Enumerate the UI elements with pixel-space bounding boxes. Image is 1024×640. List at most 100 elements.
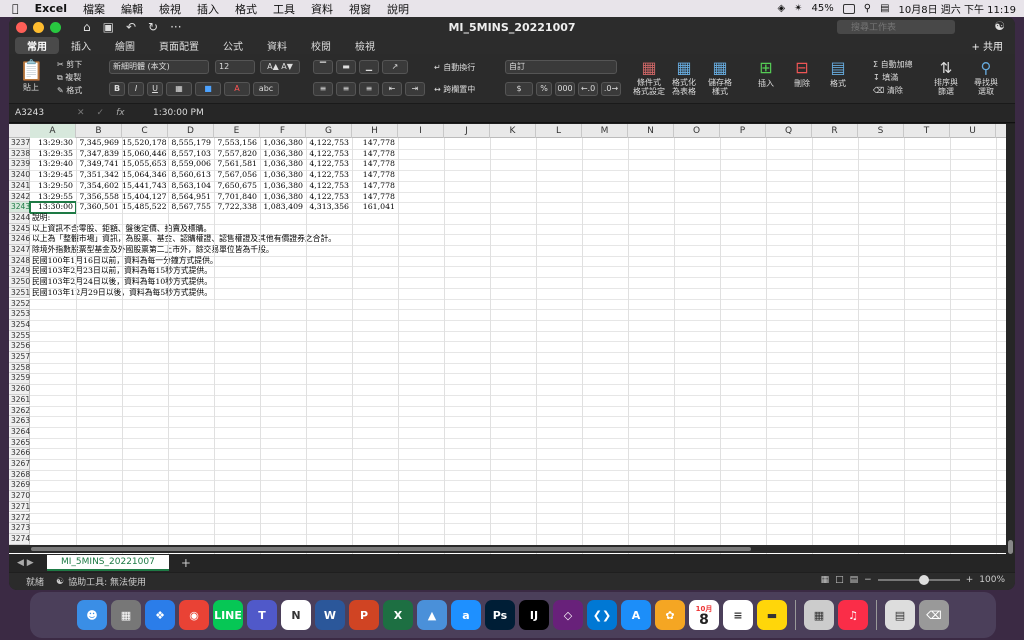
phonetic-button[interactable]: abc xyxy=(253,82,279,96)
column-header-h[interactable]: H xyxy=(352,124,398,138)
dock-finder-window-icon[interactable]: ▤ xyxy=(885,600,915,630)
row-header[interactable]: 3270 xyxy=(9,491,30,502)
row-header[interactable]: 3274 xyxy=(9,533,30,545)
row-header[interactable]: 3259 xyxy=(9,373,30,385)
note-cell[interactable]: 民國100年1月16日以前，資料為每一分鐘方式提供。 xyxy=(30,256,221,267)
row-header[interactable]: 3242 xyxy=(9,191,30,203)
row-header[interactable]: 3247 xyxy=(9,245,30,256)
control-center-icon[interactable]: ▤ xyxy=(880,3,889,14)
accessibility-icon[interactable]: ☯ xyxy=(56,577,64,587)
menu-window[interactable]: 視窗 xyxy=(341,1,379,17)
table-cell[interactable]: 147,778 xyxy=(352,170,398,181)
dock-photos-icon[interactable]: ✿ xyxy=(655,600,685,630)
menu-app-name[interactable]: Excel xyxy=(27,2,75,15)
column-header-d[interactable]: D xyxy=(168,124,214,138)
table-cell[interactable]: 4,122,753 xyxy=(306,159,352,170)
cut-button[interactable]: ✂ 剪下 xyxy=(57,58,82,71)
cancel-icon[interactable]: ✕ xyxy=(77,108,85,118)
battery-icon[interactable] xyxy=(842,3,855,14)
search-menu-icon[interactable]: ⚲ xyxy=(864,3,871,14)
dock-translate-icon[interactable]: a xyxy=(451,600,481,630)
table-cell[interactable]: 1,036,380 xyxy=(260,138,306,149)
align-left-button[interactable]: ≡ xyxy=(313,82,333,96)
row-header[interactable]: 3248 xyxy=(9,255,30,267)
fx-icon[interactable]: fx xyxy=(116,108,125,118)
table-cell[interactable]: 15,060,446 xyxy=(122,149,168,160)
align-middle-button[interactable]: ▬ xyxy=(336,60,356,74)
number-format-select[interactable]: 自訂 xyxy=(505,60,617,74)
close-window-button[interactable] xyxy=(16,21,27,33)
sheet-tab[interactable]: MI_5MINS_20221007 xyxy=(47,555,169,571)
dock-music-icon[interactable]: ♫ xyxy=(838,600,868,630)
note-cell[interactable]: 除境外指數股票型基金及外國股票第二上市外，餘交易單位皆為千股。 xyxy=(30,245,277,256)
table-cell[interactable]: 147,778 xyxy=(352,149,398,160)
row-header[interactable]: 3246 xyxy=(9,234,30,245)
comma-style-button[interactable]: 000 xyxy=(555,82,575,96)
row-header[interactable]: 3257 xyxy=(9,352,30,363)
table-cell[interactable]: 15,064,346 xyxy=(122,170,168,181)
sort-filter-button[interactable]: ⇅ 排序與 篩選 xyxy=(929,58,963,96)
table-cell[interactable]: 8,567,755 xyxy=(168,202,214,213)
menu-file[interactable]: 檔案 xyxy=(75,1,113,17)
column-header-i[interactable]: I xyxy=(398,124,444,138)
zoom-out-button[interactable]: − xyxy=(864,575,872,585)
tab-formulas[interactable]: 公式 xyxy=(211,37,255,54)
redo-icon[interactable]: ↻ xyxy=(148,20,158,34)
table-cell[interactable]: 1,036,380 xyxy=(260,181,306,192)
table-cell[interactable]: 13:29:30 xyxy=(30,138,76,149)
tab-view[interactable]: 檢視 xyxy=(343,37,387,54)
row-header[interactable]: 3258 xyxy=(9,362,30,374)
row-header[interactable]: 3256 xyxy=(9,341,30,352)
borders-button[interactable]: ▦ xyxy=(166,82,192,96)
row-header[interactable]: 3251 xyxy=(9,287,30,299)
table-cell[interactable]: 13:29:40 xyxy=(30,159,76,170)
row-header[interactable]: 3237 xyxy=(9,138,30,149)
row-header[interactable]: 3263 xyxy=(9,416,30,427)
add-sheet-button[interactable]: + xyxy=(181,556,191,570)
zoom-slider[interactable] xyxy=(877,575,960,585)
column-header-k[interactable]: K xyxy=(490,124,536,138)
table-cell[interactable]: 147,778 xyxy=(352,192,398,203)
page-break-view-icon[interactable]: ▤ xyxy=(850,575,859,585)
row-header[interactable]: 3260 xyxy=(9,384,30,395)
table-cell[interactable]: 1,083,409 xyxy=(260,202,306,213)
increase-decimal-button[interactable]: ←.0 xyxy=(578,82,598,96)
tab-insert[interactable]: 插入 xyxy=(59,37,103,54)
table-cell[interactable]: 4,122,753 xyxy=(306,149,352,160)
table-cell[interactable]: 15,485,522 xyxy=(122,202,168,213)
table-cell[interactable]: 7,722,338 xyxy=(214,202,260,213)
dock-excel-icon[interactable]: X xyxy=(383,600,413,630)
formula-input[interactable]: 1:30:00 PM xyxy=(147,108,204,118)
row-header[interactable]: 3240 xyxy=(9,170,30,181)
row-header[interactable]: 3255 xyxy=(9,330,30,342)
tab-draw[interactable]: 繪圖 xyxy=(103,37,147,54)
fill-color-button[interactable]: ■ xyxy=(195,82,221,96)
row-header[interactable]: 3265 xyxy=(9,437,30,449)
find-select-button[interactable]: ⚲ 尋找與 選取 xyxy=(969,58,1003,96)
tab-review[interactable]: 校閱 xyxy=(299,37,343,54)
clock-label[interactable]: 10月8日 週六 下午 11:19 xyxy=(899,1,1016,16)
autosum-button[interactable]: Σ 自動加總 xyxy=(873,58,913,71)
font-color-button[interactable]: A xyxy=(224,82,250,96)
table-cell[interactable]: 15,404,127 xyxy=(122,192,168,203)
table-cell[interactable]: 1,036,380 xyxy=(260,192,306,203)
row-header[interactable]: 3267 xyxy=(9,459,30,470)
font-size-select[interactable]: 12 xyxy=(215,60,255,74)
table-cell[interactable]: 8,557,103 xyxy=(168,149,214,160)
table-cell[interactable]: 13:29:55 xyxy=(30,192,76,203)
save-icon[interactable]: ▣ xyxy=(103,20,114,34)
share-button[interactable]: + 共用 xyxy=(971,38,1015,53)
font-name-select[interactable]: 新細明體 (本文) xyxy=(109,60,209,74)
format-as-table-button[interactable]: ▦ 格式化 為表格 xyxy=(667,58,701,96)
row-header[interactable]: 3266 xyxy=(9,448,30,459)
dock-trash-icon[interactable]: ⌫ xyxy=(919,600,949,630)
row-header[interactable]: 3245 xyxy=(9,223,30,235)
table-cell[interactable]: 13:29:45 xyxy=(30,170,76,181)
tab-page-layout[interactable]: 頁面配置 xyxy=(147,37,211,54)
dock-safari-icon[interactable]: ❖ xyxy=(145,600,175,630)
row-header[interactable]: 3271 xyxy=(9,501,30,513)
horizontal-scroll-thumb[interactable] xyxy=(31,547,751,551)
column-header-q[interactable]: Q xyxy=(766,124,812,138)
table-cell[interactable]: 8,559,006 xyxy=(168,159,214,170)
table-cell[interactable]: 147,778 xyxy=(352,159,398,170)
